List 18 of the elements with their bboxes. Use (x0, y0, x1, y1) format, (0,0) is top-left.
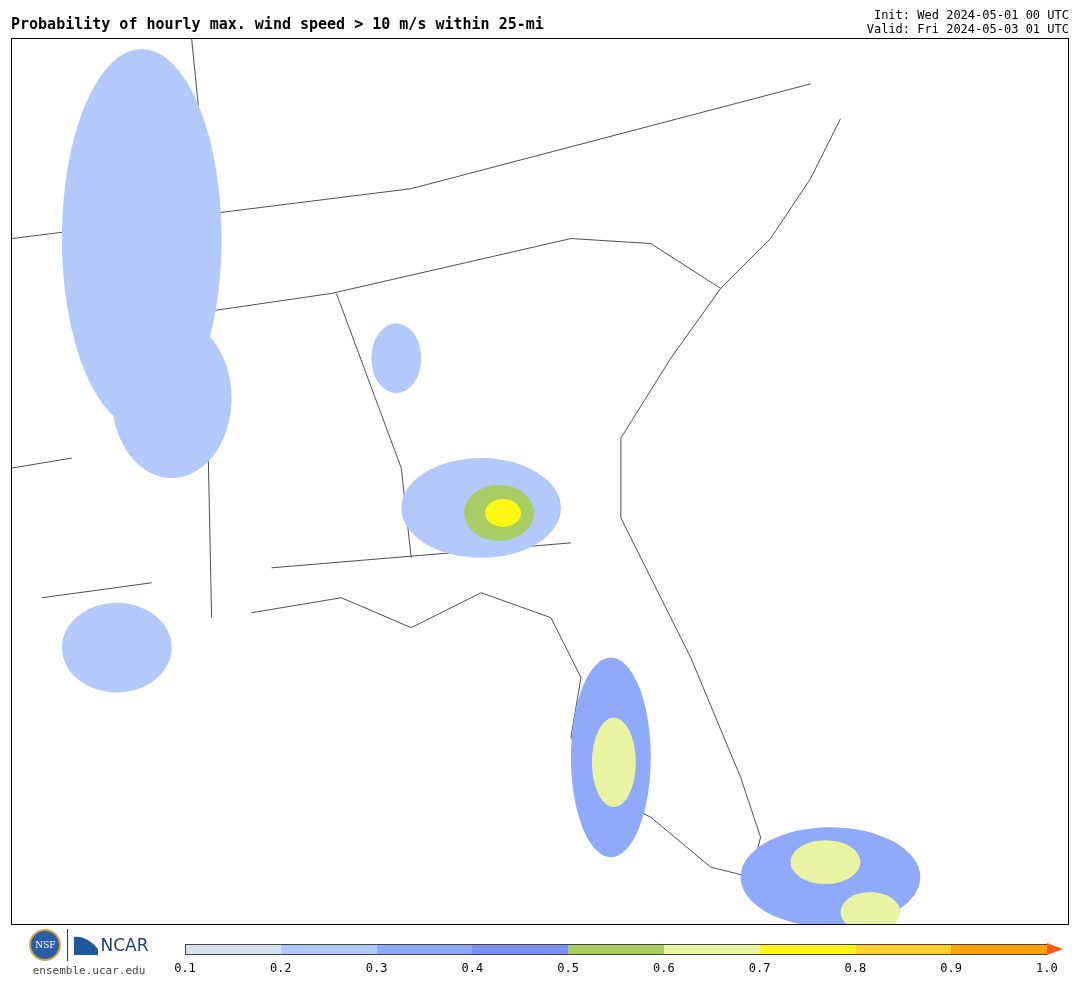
colorbar-tick-label: 0.6 (652, 961, 676, 975)
colorbar-tick-label: 0.5 (556, 961, 580, 975)
colorbar-tick-label: 0.4 (460, 961, 485, 975)
nsf-logo: NSF (29, 929, 62, 961)
colorbar-arrow-icon (1047, 943, 1064, 955)
init-time: Init: Wed 2024-05-01 00 UTC (873, 8, 1069, 22)
colorbar-tick-label: 0.1 (173, 961, 197, 975)
colorbar-tick-label: 0.9 (939, 961, 963, 975)
colorbar-tick-label: 1.0 (1035, 961, 1059, 975)
ncar-logo: NCAR (100, 935, 149, 955)
map-title: Probability of hourly max. wind speed > 10 m/s within 25-mi (11, 15, 544, 35)
colorbar-tick-label: 0.3 (364, 961, 389, 975)
colorbar-tick-label: 0.8 (843, 961, 868, 975)
site-url: ensemble.ucar.edu (32, 964, 146, 977)
swoosh-icon (74, 935, 99, 955)
colorbar-tick-label: 0.7 (747, 961, 772, 975)
colorbar-tick-label: 0.2 (268, 961, 293, 975)
valid-time: Valid: Fri 2024-05-03 01 UTC (866, 22, 1069, 36)
